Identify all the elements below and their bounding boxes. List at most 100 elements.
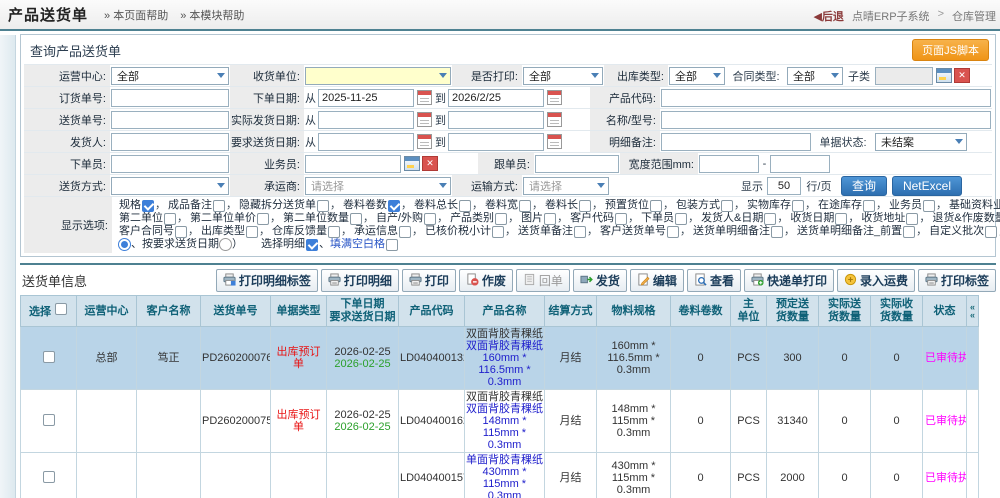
option-checkbox[interactable] xyxy=(459,200,471,212)
module-help-link[interactable]: » 本模块帮助 xyxy=(180,7,244,23)
option-checkbox[interactable] xyxy=(142,200,154,212)
option-checkbox[interactable] xyxy=(306,239,318,251)
page-help-link[interactable]: » 本页面帮助 xyxy=(104,7,168,23)
clear-icon[interactable]: ✕ xyxy=(422,156,438,171)
page-js-script-button[interactable]: 页面JS脚本 xyxy=(912,39,989,61)
order-date-from-input[interactable] xyxy=(318,89,414,107)
option-checkbox[interactable] xyxy=(213,200,225,212)
option-checkbox[interactable] xyxy=(495,213,507,225)
option-checkbox[interactable] xyxy=(350,213,362,225)
option-checkbox[interactable] xyxy=(985,226,997,238)
toolbar-button-freight[interactable]: 录入运费 xyxy=(837,269,915,292)
order-date-to-input[interactable] xyxy=(448,89,544,107)
delivery-method-select[interactable] xyxy=(111,177,229,195)
calendar-icon[interactable] xyxy=(417,112,432,127)
page-size-input[interactable] xyxy=(767,177,801,195)
option-checkbox[interactable] xyxy=(923,200,935,212)
actual-ship-date-to-input[interactable] xyxy=(448,111,544,129)
fill-blank-link[interactable]: 填满空白格 xyxy=(330,238,385,251)
carrier-select[interactable]: 请选择 xyxy=(305,177,451,195)
name-model-input[interactable] xyxy=(661,111,991,129)
option-checkbox[interactable] xyxy=(650,200,662,212)
toolbar-button-printer[interactable]: 打印 xyxy=(402,269,456,292)
row-checkbox[interactable] xyxy=(43,351,55,363)
option-checkbox[interactable] xyxy=(386,239,398,251)
option-checkbox[interactable] xyxy=(257,213,269,225)
doc-status-select[interactable]: 未结案 xyxy=(875,133,967,151)
option-checkbox[interactable] xyxy=(519,200,531,212)
option-checkbox[interactable] xyxy=(246,226,258,238)
width-range-min-input[interactable] xyxy=(699,155,759,173)
toolbar-button-express-print[interactable]: 快递单打印 xyxy=(744,269,834,292)
option-checkbox[interactable] xyxy=(863,200,875,212)
option-checkbox[interactable] xyxy=(667,226,679,238)
toolbar-button-printer[interactable]: 打印标签 xyxy=(918,269,996,292)
option-checkbox[interactable] xyxy=(574,226,586,238)
toolbar-button-ship[interactable]: 发货 xyxy=(573,269,627,292)
row-checkbox[interactable] xyxy=(43,471,55,483)
required-date-from-input[interactable] xyxy=(318,133,414,151)
option-checkbox[interactable] xyxy=(328,226,340,238)
option-checkbox[interactable] xyxy=(424,213,436,225)
picker-icon[interactable] xyxy=(936,68,952,83)
toolbar-button-void[interactable]: 作废 xyxy=(459,269,513,292)
calendar-icon[interactable] xyxy=(547,134,562,149)
calendar-icon[interactable] xyxy=(417,134,432,149)
option-checkbox[interactable] xyxy=(317,200,329,212)
option-checkbox[interactable] xyxy=(792,200,804,212)
follow-clerk-input[interactable] xyxy=(535,155,619,173)
row-checkbox[interactable] xyxy=(43,414,55,426)
is-printed-select[interactable]: 全部 xyxy=(523,67,603,85)
subclass-input[interactable] xyxy=(875,67,933,85)
select-all-checkbox[interactable] xyxy=(55,303,67,315)
left-collapse-bar[interactable] xyxy=(0,35,16,498)
product-link[interactable]: 单面背胶青稞纸430mm * 115mm * 0.3mm xyxy=(466,454,543,498)
calendar-icon[interactable] xyxy=(547,112,562,127)
search-button[interactable]: 查询 xyxy=(841,176,887,196)
option-checkbox[interactable] xyxy=(906,213,918,225)
purchase-order-no-input[interactable] xyxy=(111,89,229,107)
option-checkbox[interactable] xyxy=(544,213,556,225)
option-checkbox[interactable] xyxy=(675,213,687,225)
netexcel-button[interactable]: NetExcel xyxy=(892,176,962,196)
option-checkbox[interactable] xyxy=(615,213,627,225)
calendar-icon[interactable] xyxy=(547,90,562,105)
breadcrumb-module[interactable]: 仓库管理 xyxy=(952,8,996,24)
back-link[interactable]: ◀后退 xyxy=(813,8,843,24)
toolbar-button-printer[interactable]: 打印明细 xyxy=(321,269,399,292)
calendar-icon[interactable] xyxy=(417,90,432,105)
option-checkbox[interactable] xyxy=(721,200,733,212)
operation-center-select[interactable]: 全部 xyxy=(111,67,229,85)
detail-remark-input[interactable] xyxy=(661,133,811,151)
toolbar-button-edit[interactable]: 编辑 xyxy=(630,269,684,292)
option-checkbox[interactable] xyxy=(399,226,411,238)
option-checkbox[interactable] xyxy=(492,226,504,238)
actual-ship-date-from-input[interactable] xyxy=(318,111,414,129)
option-checkbox[interactable] xyxy=(579,200,591,212)
outbound-type-select[interactable]: 全部 xyxy=(669,67,725,85)
shipper-input[interactable] xyxy=(111,133,229,151)
picker-icon[interactable] xyxy=(404,156,420,171)
option-checkbox[interactable] xyxy=(903,226,915,238)
option-checkbox[interactable] xyxy=(764,213,776,225)
width-range-max-input[interactable] xyxy=(770,155,830,173)
required-date-to-input[interactable] xyxy=(448,133,544,151)
option-checkbox[interactable] xyxy=(771,226,783,238)
option-checkbox[interactable] xyxy=(164,213,176,225)
contract-type-select[interactable]: 全部 xyxy=(787,67,843,85)
product-code-input[interactable] xyxy=(661,89,991,107)
order-clerk-input[interactable] xyxy=(111,155,229,173)
sort-order-radio[interactable] xyxy=(118,238,131,251)
breadcrumb-system[interactable]: 点晴ERP子系统 xyxy=(852,8,930,24)
delivery-no-input[interactable] xyxy=(111,111,229,129)
option-checkbox[interactable] xyxy=(175,226,187,238)
clear-icon[interactable]: ✕ xyxy=(954,68,970,83)
product-link[interactable]: 双面背胶青稞纸160mm * 116.5mm * 0.3mm xyxy=(466,340,543,388)
transport-method-select[interactable]: 请选择 xyxy=(523,177,609,195)
sort-order-radio[interactable] xyxy=(219,238,232,251)
product-link[interactable]: 双面背胶青稞纸148mm * 115mm * 0.3mm xyxy=(466,403,543,451)
option-checkbox[interactable] xyxy=(835,213,847,225)
toolbar-button-view[interactable]: 查看 xyxy=(687,269,741,292)
salesman-input[interactable] xyxy=(305,155,401,173)
option-checkbox[interactable] xyxy=(388,200,400,212)
